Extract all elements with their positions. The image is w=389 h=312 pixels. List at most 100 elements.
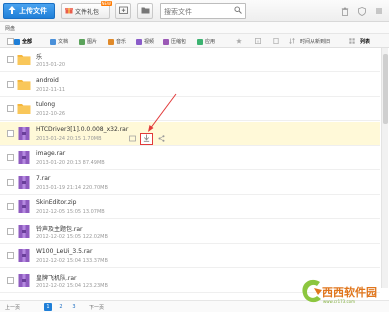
filter-tab[interactable]: 全部 <box>14 38 32 45</box>
list-view-toggle[interactable]: 列表 <box>360 38 370 45</box>
row-checkbox[interactable] <box>7 178 14 186</box>
file-name[interactable]: 皇牌飞机队.rar <box>36 273 77 282</box>
file-meta: 2012-11-11 <box>36 86 66 93</box>
row-checkbox[interactable] <box>7 105 14 112</box>
grid-view-icon[interactable] <box>349 38 355 44</box>
file-name[interactable]: SkinEditor.zip <box>36 199 77 206</box>
archive-icon <box>17 150 31 165</box>
filter-tab[interactable]: 文档 <box>50 38 68 45</box>
move-icon[interactable] <box>128 135 136 143</box>
file-row[interactable]: 铃声及主题包.rar 2012-12-02 15:05 122.02MB <box>0 220 380 244</box>
breadcrumb-root[interactable]: 网盘 <box>5 26 15 32</box>
filter-tab[interactable]: 压缩包 <box>163 38 186 45</box>
new-folder-icon <box>118 6 128 16</box>
new-folder-button[interactable] <box>115 3 131 19</box>
gift-label: 文件礼包 <box>75 8 100 16</box>
filter-tab[interactable]: 视频 <box>136 38 154 45</box>
file-meta: 2012-12-02 15:05 122.02MB <box>36 233 108 240</box>
download-button[interactable] <box>140 132 153 145</box>
file-row[interactable]: SkinEditor.zip 2012-12-05 15:05 13.07MB <box>0 195 380 219</box>
doc-icon[interactable] <box>273 37 279 45</box>
file-name[interactable]: 乐 <box>36 52 42 61</box>
file-name[interactable]: HTCDriver3[1].0.0.008_x32.rar <box>36 126 128 133</box>
file-row[interactable]: HTCDriver3[1].0.0.008_x32.rar 2013-01-24 … <box>0 121 380 146</box>
page-number[interactable]: 2 <box>57 303 65 311</box>
download-icon <box>143 134 150 144</box>
row-checkbox[interactable] <box>7 56 14 63</box>
file-name[interactable]: 铃声及主题包.rar <box>36 224 83 233</box>
row-checkbox[interactable] <box>7 276 14 284</box>
file-row[interactable]: W100_LeUi_3.5.rar 2012-12-02 15:04 133.37… <box>0 244 380 268</box>
upload-button[interactable]: 上传文件 <box>3 3 55 19</box>
scroll-thumb[interactable] <box>383 54 388 124</box>
file-name[interactable]: W100_LeUi_3.5.rar <box>36 248 92 255</box>
watermark-sub: www.cr173.com <box>323 299 356 304</box>
file-row[interactable]: android 2012-11-11 <box>0 73 380 97</box>
search-box <box>160 3 246 19</box>
file-meta: 2012-12-05 15:05 13.07MB <box>36 209 105 215</box>
sort-icon[interactable] <box>289 38 295 44</box>
file-meta: 2012-10-26 <box>36 111 66 117</box>
filter-icon <box>79 38 85 45</box>
row-checkbox[interactable] <box>7 203 14 210</box>
prev-page-button[interactable]: 上一页 <box>5 304 20 311</box>
search-button[interactable] <box>231 5 244 17</box>
filter-tab[interactable]: 应用 <box>197 38 215 45</box>
filter-icon <box>197 38 203 45</box>
filter-tab[interactable]: 音乐 <box>108 38 126 45</box>
filter-label: 全部 <box>22 39 33 45</box>
folder-icon <box>17 52 31 67</box>
filter-icon <box>14 38 20 45</box>
shield-icon[interactable] <box>357 6 367 16</box>
star-icon[interactable] <box>236 38 242 44</box>
file-row[interactable]: tulong 2012-10-26 <box>0 97 380 121</box>
folder-button[interactable] <box>137 3 153 19</box>
sort-dropdown[interactable]: 时间从新到旧 <box>300 38 330 45</box>
file-meta: 2013-01-20 <box>36 62 66 68</box>
scrollbar[interactable] <box>381 48 388 288</box>
watermark-logo-icon <box>302 279 322 303</box>
file-row[interactable]: 7.rar 2013-01-19 21:14 220.70MB <box>0 171 380 195</box>
search-input[interactable] <box>164 6 230 17</box>
archive-icon <box>17 248 31 263</box>
menu-icon[interactable] <box>374 6 384 16</box>
filter-bar: 全部 文档 图片 音乐 视频 压缩包 应用 时间从新到旧 列表 <box>0 34 389 48</box>
archive-icon <box>17 273 31 288</box>
file-name[interactable]: android <box>36 77 59 84</box>
row-checkbox[interactable] <box>7 252 14 259</box>
info-icon[interactable] <box>255 38 261 44</box>
archive-icon <box>17 126 31 141</box>
file-row[interactable]: image.rar 2013-01-20 20:13 87.49MB <box>0 146 380 170</box>
folder-icon <box>17 77 31 92</box>
filter-label: 视频 <box>144 39 155 45</box>
search-icon <box>233 6 242 16</box>
page-number[interactable]: 3 <box>70 303 78 311</box>
file-meta: 2013-01-24 20:15 1.70MB <box>36 135 102 142</box>
archive-icon <box>17 224 31 239</box>
gift-icon <box>65 6 73 16</box>
watermark: 西西软件园 www.cr173.com <box>296 270 389 312</box>
upload-label: 上传文件 <box>19 7 47 15</box>
gift-pack-button[interactable]: 文件礼包 NEW <box>61 1 112 19</box>
row-checkbox[interactable] <box>7 129 14 137</box>
trash-icon[interactable] <box>340 6 350 16</box>
row-checkbox[interactable] <box>7 80 14 88</box>
folder-icon <box>17 101 31 116</box>
row-checkbox[interactable] <box>7 154 14 161</box>
row-checkbox[interactable] <box>7 227 14 235</box>
file-meta: 2013-01-19 21:14 220.70MB <box>36 184 108 191</box>
select-all-checkbox[interactable] <box>7 38 14 45</box>
file-name[interactable]: image.rar <box>36 150 65 157</box>
share-icon[interactable] <box>157 135 165 143</box>
next-page-button[interactable]: 下一页 <box>89 304 104 311</box>
page-number[interactable]: 1 <box>44 303 52 311</box>
file-name[interactable]: tulong <box>36 101 55 108</box>
file-row[interactable]: 乐 2013-01-20 <box>0 48 380 72</box>
filter-tab[interactable]: 图片 <box>79 38 97 45</box>
file-name[interactable]: 7.rar <box>36 175 50 182</box>
archive-icon <box>17 175 31 190</box>
file-meta: 2013-01-20 20:13 87.49MB <box>36 160 105 166</box>
watermark-text: 西西软件园 <box>322 286 377 299</box>
filter-icon <box>50 38 56 45</box>
file-meta: 2012-12-02 15:04 133.37MB <box>36 258 108 264</box>
